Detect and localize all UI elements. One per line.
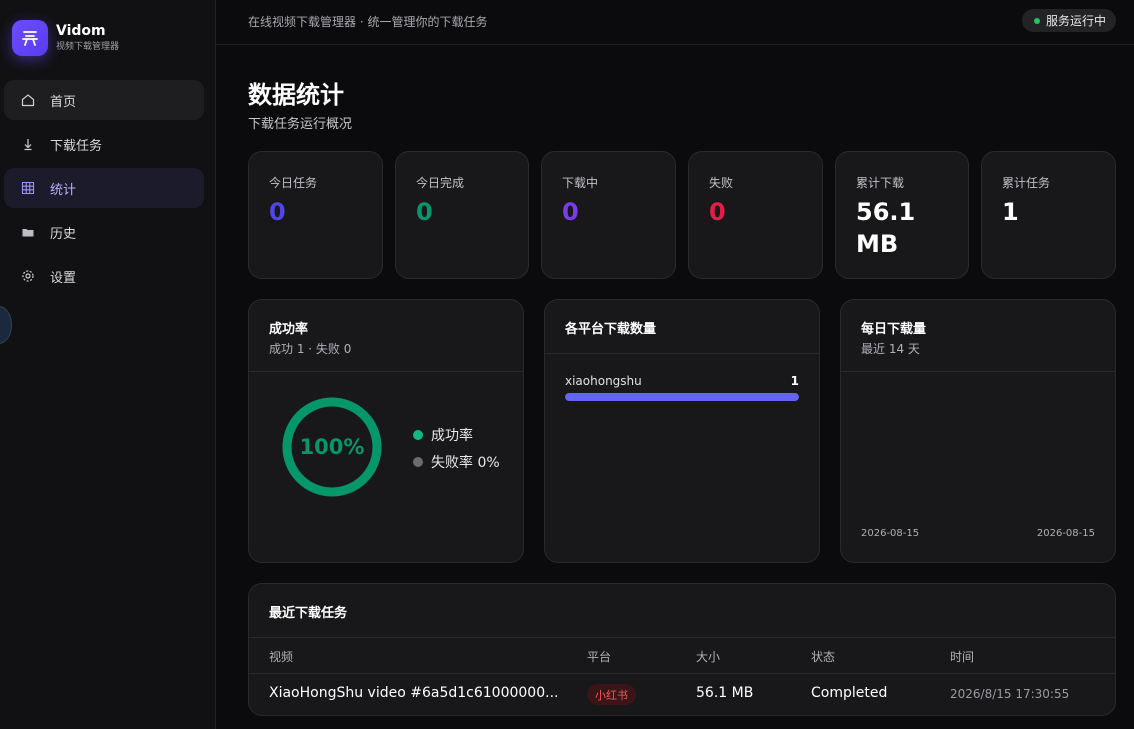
panel-title: 成功率 bbox=[269, 322, 309, 337]
stat-value: 0 bbox=[709, 198, 726, 226]
topbar: 在线视频下载管理器 · 统一管理你的下载任务 服务运行中 bbox=[216, 0, 1134, 45]
column-header-video: 视频 bbox=[269, 650, 294, 664]
sidebar-item-label: 统计 bbox=[50, 182, 77, 198]
legend-failure: 失败率 0% bbox=[413, 452, 500, 472]
sidebar-item-label: 设置 bbox=[50, 270, 77, 286]
x-axis-end-label: 2026-08-15 bbox=[1036, 528, 1095, 539]
daily-downloads-panel: 每日下载量 最近 14 天 2026-08-15 2026-08-15 bbox=[840, 299, 1116, 563]
cell-video-title[interactable]: XiaoHongShu video #6a5d1c61000000... bbox=[269, 685, 558, 701]
stat-card-total-tasks: 累计任务 1 bbox=[981, 151, 1116, 279]
legend-label: 失败率 0% bbox=[431, 455, 500, 471]
gear-icon bbox=[20, 268, 36, 284]
service-status-label: 服务运行中 bbox=[1045, 14, 1106, 28]
donut-center-label: 100% bbox=[300, 435, 365, 459]
grid-chart-icon bbox=[20, 180, 36, 196]
page-subtitle: 下载任务运行概况 bbox=[248, 117, 353, 132]
home-icon bbox=[20, 92, 36, 108]
page-title: 数据统计 bbox=[248, 81, 344, 109]
table-divider bbox=[249, 673, 1115, 674]
platform-bar-track bbox=[565, 393, 799, 401]
panel-header: 最近下载任务 bbox=[249, 584, 1115, 638]
recent-tasks-panel: 最近下载任务 视频 平台 大小 状态 时间 XiaoHongShu video … bbox=[248, 583, 1116, 716]
cell-time: 2026/8/15 17:30:55 bbox=[950, 687, 1070, 701]
platform-panel: 各平台下载数量 xiaohongshu 1 bbox=[544, 299, 820, 563]
panel-title: 最近下载任务 bbox=[269, 606, 348, 621]
sidebar-nav: 首页 下载任务 统计 历史 设置 bbox=[4, 80, 204, 300]
app-logo-icon bbox=[12, 20, 48, 56]
stat-card-downloading: 下载中 0 bbox=[541, 151, 676, 279]
stat-value: 1 bbox=[1002, 198, 1019, 226]
sidebar-item-history[interactable]: 历史 bbox=[4, 212, 204, 252]
stat-card-today-completed: 今日完成 0 bbox=[395, 151, 529, 279]
platform-count: 1 bbox=[790, 374, 799, 388]
stat-value: 56.1 MB bbox=[856, 198, 916, 258]
legend-dot-icon bbox=[413, 430, 423, 440]
column-header-platform: 平台 bbox=[587, 650, 612, 664]
stat-value: 0 bbox=[562, 198, 579, 226]
sidebar-item-home[interactable]: 首页 bbox=[4, 80, 204, 120]
panel-header: 成功率 成功 1 · 失败 0 bbox=[249, 300, 523, 372]
topbar-tagline: 在线视频下载管理器 · 统一管理你的下载任务 bbox=[248, 15, 488, 29]
service-status-badge: 服务运行中 bbox=[1021, 9, 1116, 32]
stat-label: 累计下载 bbox=[856, 176, 905, 190]
x-axis-start-label: 2026-08-15 bbox=[861, 528, 920, 539]
sidebar-item-settings[interactable]: 设置 bbox=[4, 256, 204, 296]
column-header-status: 状态 bbox=[811, 650, 836, 664]
status-dot-icon bbox=[1033, 17, 1040, 24]
panel-header: 各平台下载数量 bbox=[545, 300, 819, 354]
app-name: Vidom bbox=[56, 23, 106, 39]
success-rate-donut: 100% bbox=[282, 397, 382, 497]
sidebar-item-downloads[interactable]: 下载任务 bbox=[4, 124, 204, 164]
panel-header: 每日下载量 最近 14 天 bbox=[841, 300, 1115, 372]
column-header-time: 时间 bbox=[950, 650, 975, 664]
stat-card-failed: 失败 0 bbox=[688, 151, 823, 279]
stat-label: 下载中 bbox=[562, 176, 599, 190]
download-icon bbox=[20, 136, 36, 152]
sidebar-item-label: 首页 bbox=[50, 94, 77, 110]
sidebar-collapse-handle[interactable] bbox=[0, 306, 12, 344]
panel-subtitle: 最近 14 天 bbox=[861, 342, 920, 356]
sidebar-item-label: 下载任务 bbox=[50, 138, 103, 154]
stat-label: 失败 bbox=[709, 176, 734, 190]
legend-label: 成功率 bbox=[431, 428, 473, 444]
sidebar: Vidom 视频下载管理器 首页 下载任务 统计 历史 设置 bbox=[0, 0, 216, 729]
stat-label: 今日任务 bbox=[269, 176, 318, 190]
sidebar-item-stats[interactable]: 统计 bbox=[4, 168, 204, 208]
stat-value: 0 bbox=[269, 198, 286, 226]
legend-success: 成功率 bbox=[413, 425, 473, 445]
column-header-size: 大小 bbox=[696, 650, 721, 664]
legend-dot-icon bbox=[413, 457, 423, 467]
panel-title: 每日下载量 bbox=[861, 322, 927, 337]
stat-card-total-downloaded: 累计下载 56.1 MB bbox=[835, 151, 969, 279]
stat-label: 今日完成 bbox=[416, 176, 465, 190]
platform-name: xiaohongshu bbox=[565, 374, 642, 388]
panel-title: 各平台下载数量 bbox=[565, 322, 657, 337]
platform-bar-fill bbox=[565, 393, 799, 401]
platform-badge: 小红书 bbox=[587, 684, 636, 705]
cell-status: Completed bbox=[811, 685, 888, 701]
brand[interactable]: Vidom 视频下载管理器 bbox=[12, 20, 119, 56]
panel-subtitle: 成功 1 · 失败 0 bbox=[269, 342, 352, 356]
cell-size: 56.1 MB bbox=[696, 685, 754, 701]
app-subtitle: 视频下载管理器 bbox=[56, 42, 120, 52]
stat-value: 0 bbox=[416, 198, 433, 226]
success-rate-panel: 成功率 成功 1 · 失败 0 100% 成功率 失败率 0% bbox=[248, 299, 524, 563]
stat-card-today-tasks: 今日任务 0 bbox=[248, 151, 383, 279]
sidebar-item-label: 历史 bbox=[50, 226, 77, 242]
stat-label: 累计任务 bbox=[1002, 176, 1051, 190]
history-icon bbox=[20, 224, 36, 240]
